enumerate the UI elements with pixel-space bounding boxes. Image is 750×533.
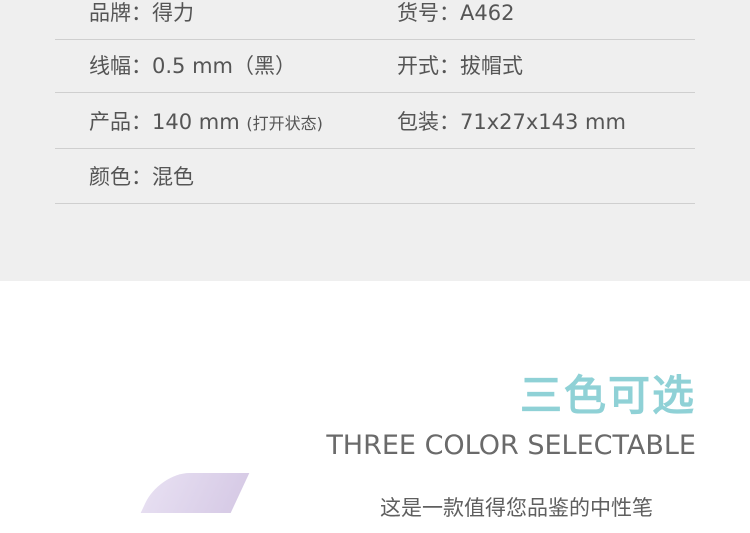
item-number-spec: 货号：A462 [397,0,514,39]
feature-title-en: THREE COLOR SELECTABLE [326,430,696,461]
spec-label: 货号： [397,1,460,25]
spec-row: 品牌：得力 货号：A462 [55,0,695,40]
spec-value: 140 mm [152,110,240,134]
spec-row: 产品：140 mm (打开状态) 包装：71x27x143 mm [55,96,695,149]
feature-description: 这是一款值得您品鉴的中性笔 [380,496,653,520]
spec-row: 颜色：混色 [55,151,695,204]
spec-row: 线幅：0.5 mm（黑） 开式：拔帽式 [55,40,695,93]
line-width-spec: 线幅：0.5 mm（黑） [89,40,296,92]
open-type-spec: 开式：拔帽式 [397,40,523,92]
spec-panel: 品牌：得力 货号：A462 线幅：0.5 mm（黑） 开式：拔帽式 产品：140… [0,0,750,281]
brand-spec: 品牌：得力 [89,0,194,39]
spec-label: 颜色： [89,165,152,189]
spec-value: 拔帽式 [460,54,523,78]
spec-note: (打开状态) [246,114,323,133]
spec-value: 71x27x143 mm [460,110,626,134]
spec-label: 品牌： [89,1,152,25]
product-size-spec: 产品：140 mm (打开状态) [89,96,323,148]
color-spec: 颜色：混色 [89,151,194,203]
spec-value: 混色 [152,165,194,189]
spec-value: 0.5 mm（黑） [152,54,296,78]
spec-value: 得力 [152,1,194,25]
spec-label: 包装： [397,110,460,134]
spec-label: 产品： [89,110,152,134]
package-spec: 包装：71x27x143 mm [397,96,626,148]
feature-section: 三色可选 THREE COLOR SELECTABLE 这是一款值得您品鉴的中性… [0,281,750,520]
pen-image [140,473,250,513]
spec-label: 线幅： [89,54,152,78]
feature-title-cn: 三色可选 [519,371,696,420]
spec-label: 开式： [397,54,460,78]
spec-value: A462 [460,1,515,25]
